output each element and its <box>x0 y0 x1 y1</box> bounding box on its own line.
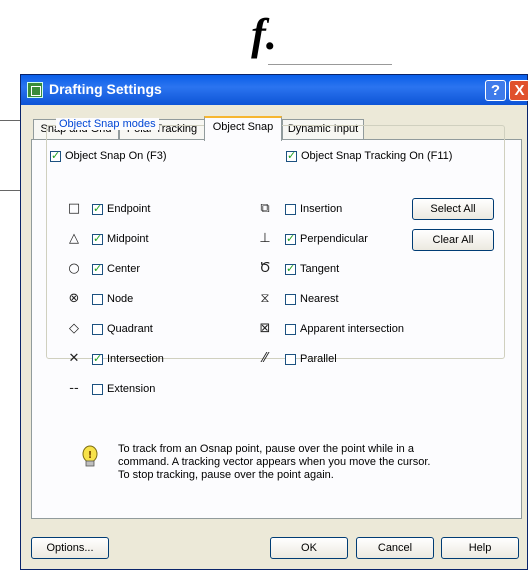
center-icon: ○ <box>68 261 80 276</box>
node-icon: ⊗ <box>68 291 80 306</box>
quadrant-label: Quadrant <box>107 323 153 335</box>
parallel-checkbox[interactable] <box>285 354 296 365</box>
nearest-icon: ⧖ <box>260 291 270 306</box>
window-title: Drafting Settings <box>49 81 162 97</box>
intersection-checkbox[interactable] <box>92 352 103 365</box>
clear-all-button[interactable]: Clear All <box>412 229 494 251</box>
parallel-icon: ⁄⁄ <box>262 351 268 366</box>
ok-button[interactable]: OK <box>270 537 348 559</box>
center-label: Center <box>107 263 141 275</box>
extension-checkbox[interactable] <box>92 384 103 395</box>
perpendicular-icon: ⊥ <box>259 231 271 246</box>
help-button[interactable]: Help <box>441 537 519 559</box>
object-snap-modes-title: Object Snap modes <box>56 118 159 130</box>
perpendicular-checkbox[interactable] <box>285 232 296 245</box>
apparent-intersection-checkbox[interactable] <box>285 324 296 335</box>
svg-text:!: ! <box>88 450 93 461</box>
quadrant-checkbox[interactable] <box>92 324 103 335</box>
endpoint-checkbox[interactable] <box>92 202 103 215</box>
insertion-icon: ⧉ <box>260 201 270 216</box>
side-rule <box>0 190 20 191</box>
cancel-button[interactable]: Cancel <box>356 537 434 559</box>
figure-caption: f. <box>251 10 277 59</box>
midpoint-checkbox[interactable] <box>92 232 103 245</box>
node-checkbox[interactable] <box>92 294 103 305</box>
apparent-intersection-label: Apparent intersection <box>300 323 404 335</box>
intersection-label: Intersection <box>107 353 164 365</box>
endpoint-label: Endpoint <box>107 203 151 215</box>
side-rule <box>0 120 20 121</box>
perpendicular-label: Perpendicular <box>300 233 368 245</box>
quadrant-icon: ◇ <box>69 321 79 336</box>
tangent-label: Tangent <box>300 263 340 275</box>
tab-object-snap[interactable]: Object Snap <box>204 116 282 141</box>
center-checkbox[interactable] <box>92 262 103 275</box>
tracking-tip-text: To track from an Osnap point, pause over… <box>118 443 431 481</box>
parallel-label: Parallel <box>300 353 337 365</box>
options-button[interactable]: Options... <box>31 537 109 559</box>
insertion-label: Insertion <box>300 203 343 215</box>
nearest-checkbox[interactable] <box>285 294 296 305</box>
select-all-button[interactable]: Select All <box>412 198 494 220</box>
apparent-intersection-icon: ⊠ <box>259 321 271 336</box>
extension-label: Extension <box>107 383 156 395</box>
lightbulb-icon: ! <box>82 445 98 467</box>
endpoint-icon: □ <box>67 201 81 216</box>
node-label: Node <box>107 293 134 305</box>
nearest-label: Nearest <box>300 293 339 305</box>
insertion-checkbox[interactable] <box>285 204 296 215</box>
tangent-checkbox[interactable] <box>285 262 296 275</box>
intersection-icon: ✕ <box>68 351 80 366</box>
midpoint-icon: △ <box>69 231 79 246</box>
help-title-button[interactable]: ? <box>485 80 506 101</box>
title-bar[interactable]: Drafting Settings ? X <box>21 75 528 105</box>
extension-icon: -- <box>69 381 79 396</box>
close-button[interactable]: X <box>509 80 528 101</box>
midpoint-label: Midpoint <box>107 233 149 245</box>
app-icon <box>27 82 43 98</box>
tangent-icon: Ծ <box>259 261 271 276</box>
